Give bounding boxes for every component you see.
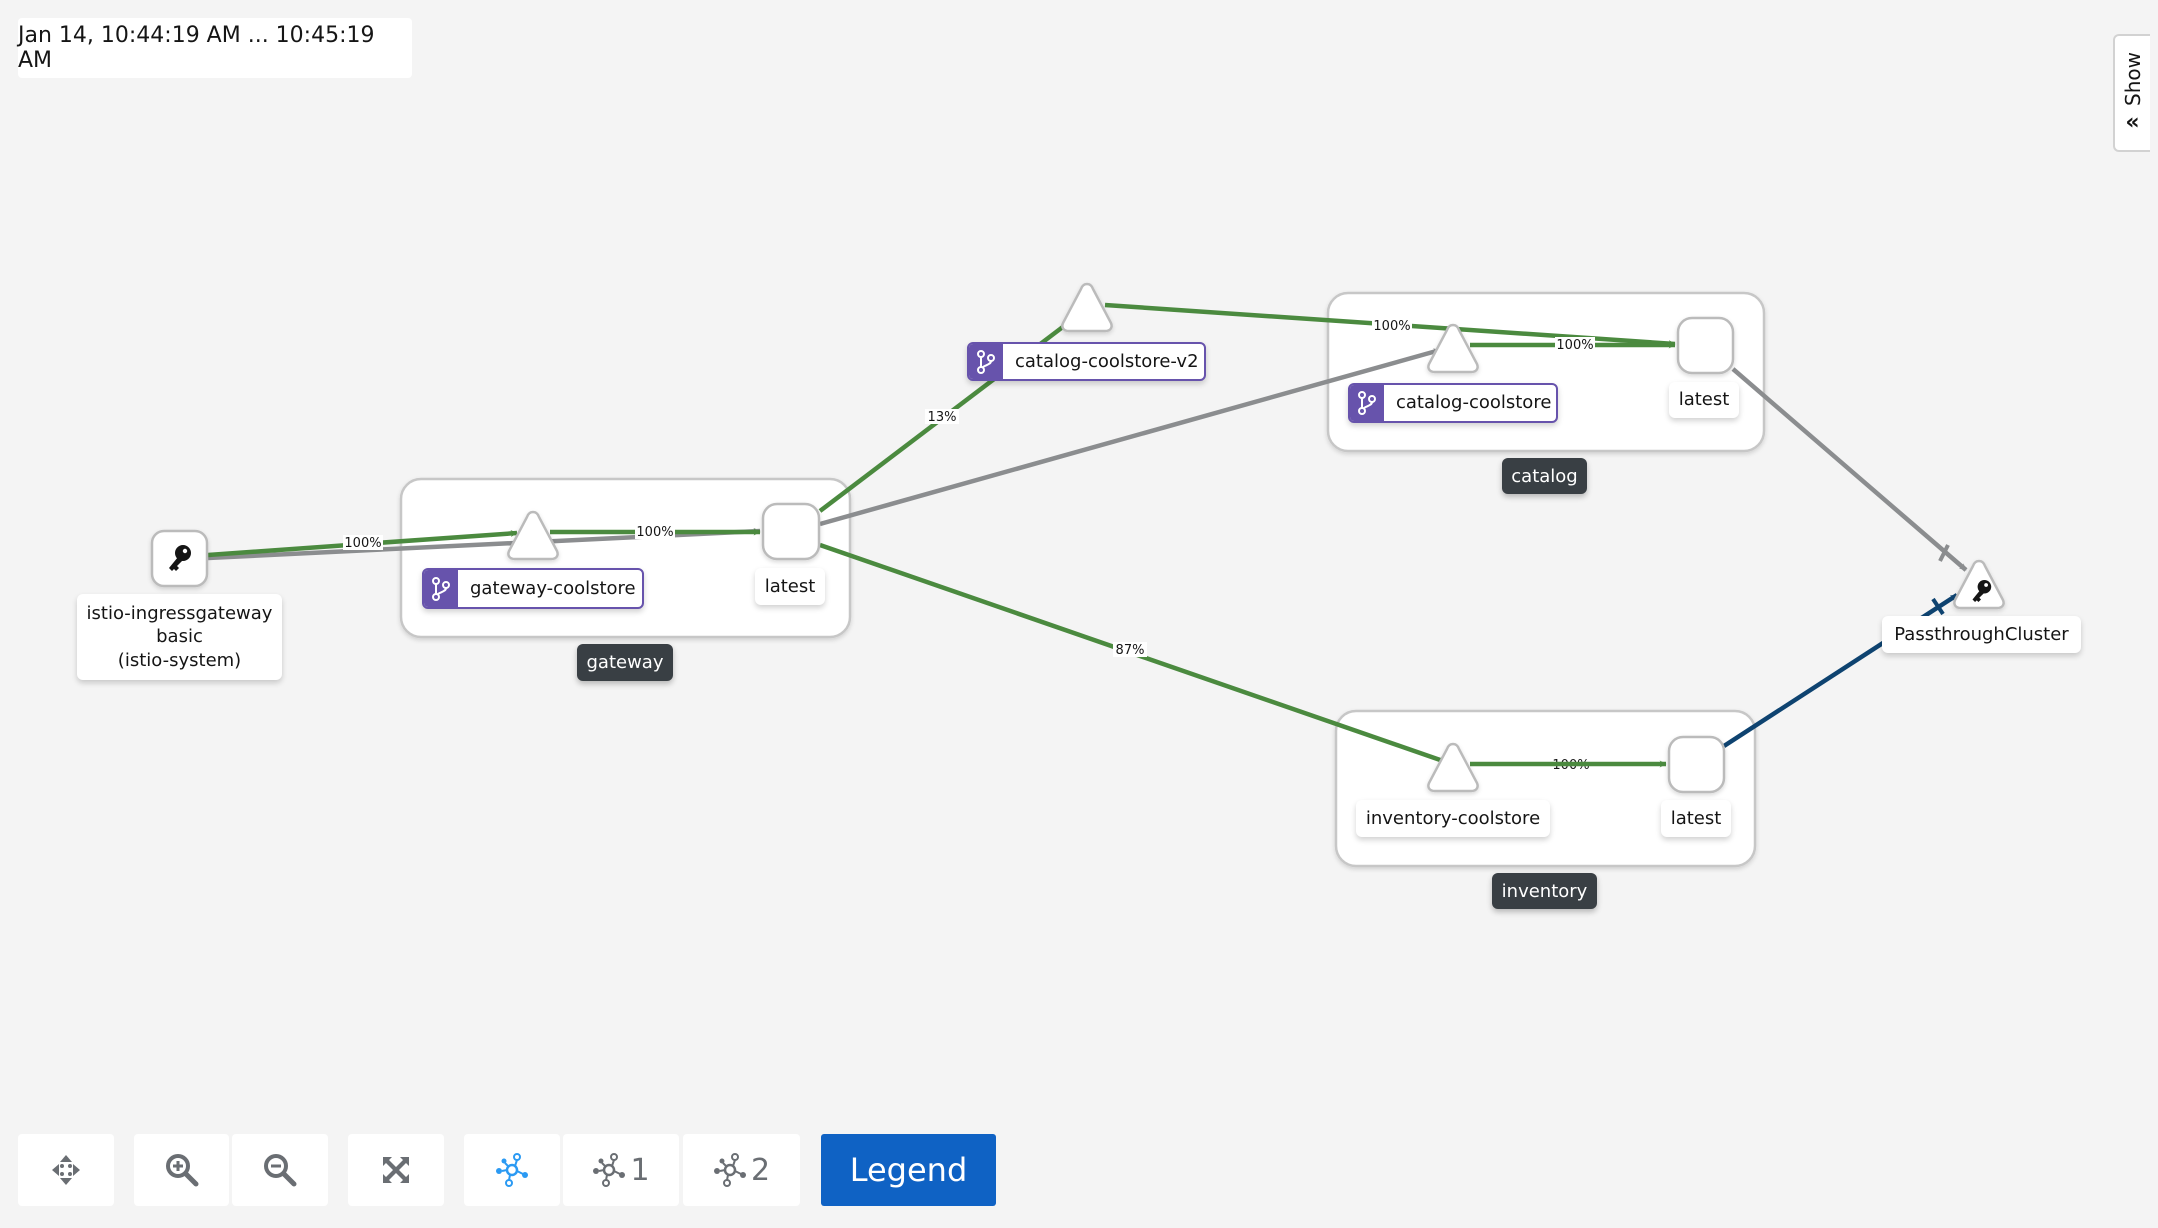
label-line: istio-ingressgateway: [86, 602, 273, 624]
edge-label: 87%: [1113, 642, 1147, 658]
edge-cat-latest-to-passthrough[interactable]: [1731, 367, 1968, 572]
edge-label: 100%: [635, 524, 675, 540]
node-label-catalog-latest: latest: [1669, 382, 1739, 418]
virtual-service-icon: [969, 344, 1003, 379]
node-catalog-coolstore-v2-service[interactable]: [1061, 282, 1113, 333]
group-label-catalog: catalog: [1502, 458, 1587, 494]
pan-button[interactable]: [18, 1134, 114, 1206]
label-text: gateway-coolstore: [470, 577, 636, 599]
legend-button[interactable]: Legend: [821, 1134, 996, 1206]
edge-label: 100%: [1555, 337, 1595, 353]
label-text: catalog-coolstore-v2: [1015, 350, 1199, 372]
svg-text:100%: 100%: [636, 525, 673, 540]
pan-icon: [52, 1155, 80, 1185]
label-text: catalog-coolstore: [1396, 392, 1552, 414]
node-label-catalog-coolstore: catalog-coolstore: [1348, 383, 1558, 423]
layout-2-label: 2: [750, 1152, 771, 1188]
svg-text:100%: 100%: [1373, 319, 1410, 334]
layout-default-button[interactable]: [464, 1134, 560, 1206]
zoom-out-button[interactable]: [232, 1134, 328, 1206]
edge-label: 13%: [925, 409, 959, 425]
node-label-gateway-coolstore: gateway-coolstore: [422, 568, 644, 609]
svg-text:100%: 100%: [1556, 338, 1593, 353]
layout-2-button[interactable]: 2: [683, 1134, 800, 1206]
node-label-inventory-coolstore: inventory-coolstore: [1356, 800, 1550, 837]
node-label-inventory-latest: latest: [1661, 800, 1731, 837]
edge-label: 100%: [1372, 318, 1412, 334]
topology-icon: [593, 1153, 626, 1187]
group-label-inventory: inventory: [1492, 873, 1597, 909]
svg-text:87%: 87%: [1116, 643, 1145, 658]
virtual-service-icon: [1350, 385, 1384, 421]
service-graph[interactable]: 100% 100% 13% 87% 100% 100% 100%: [0, 0, 2158, 1228]
node-gateway-latest[interactable]: [761, 502, 821, 561]
svg-text:100%: 100%: [344, 536, 381, 551]
zoom-out-icon: [264, 1154, 297, 1187]
edge-label: 100%: [343, 535, 383, 551]
label-line: basic: [156, 626, 203, 648]
node-label-gateway-latest: latest: [755, 568, 825, 605]
layout-1-button[interactable]: 1: [563, 1134, 679, 1206]
zoom-in-button[interactable]: [134, 1134, 229, 1206]
node-label-passthrough-cluster: PassthroughCluster: [1882, 616, 2081, 653]
expand-icon: [383, 1157, 409, 1183]
svg-text:13%: 13%: [928, 410, 957, 425]
label-line: (istio-system): [117, 649, 242, 671]
node-ingress[interactable]: [150, 529, 209, 588]
node-label-ingress: istio-ingressgateway basic (istio-system…: [77, 594, 282, 680]
zoom-in-icon: [165, 1154, 198, 1187]
node-catalog-latest[interactable]: [1676, 316, 1735, 375]
topology-icon: [496, 1153, 528, 1187]
node-label-catalog-coolstore-v2: catalog-coolstore-v2: [967, 342, 1206, 381]
group-label-gateway: gateway: [577, 644, 673, 681]
layout-1-label: 1: [630, 1152, 650, 1188]
fit-to-screen-button[interactable]: [348, 1134, 444, 1206]
topology-icon: [713, 1153, 746, 1187]
virtual-service-icon: [424, 570, 458, 607]
node-inventory-latest[interactable]: [1667, 735, 1726, 794]
